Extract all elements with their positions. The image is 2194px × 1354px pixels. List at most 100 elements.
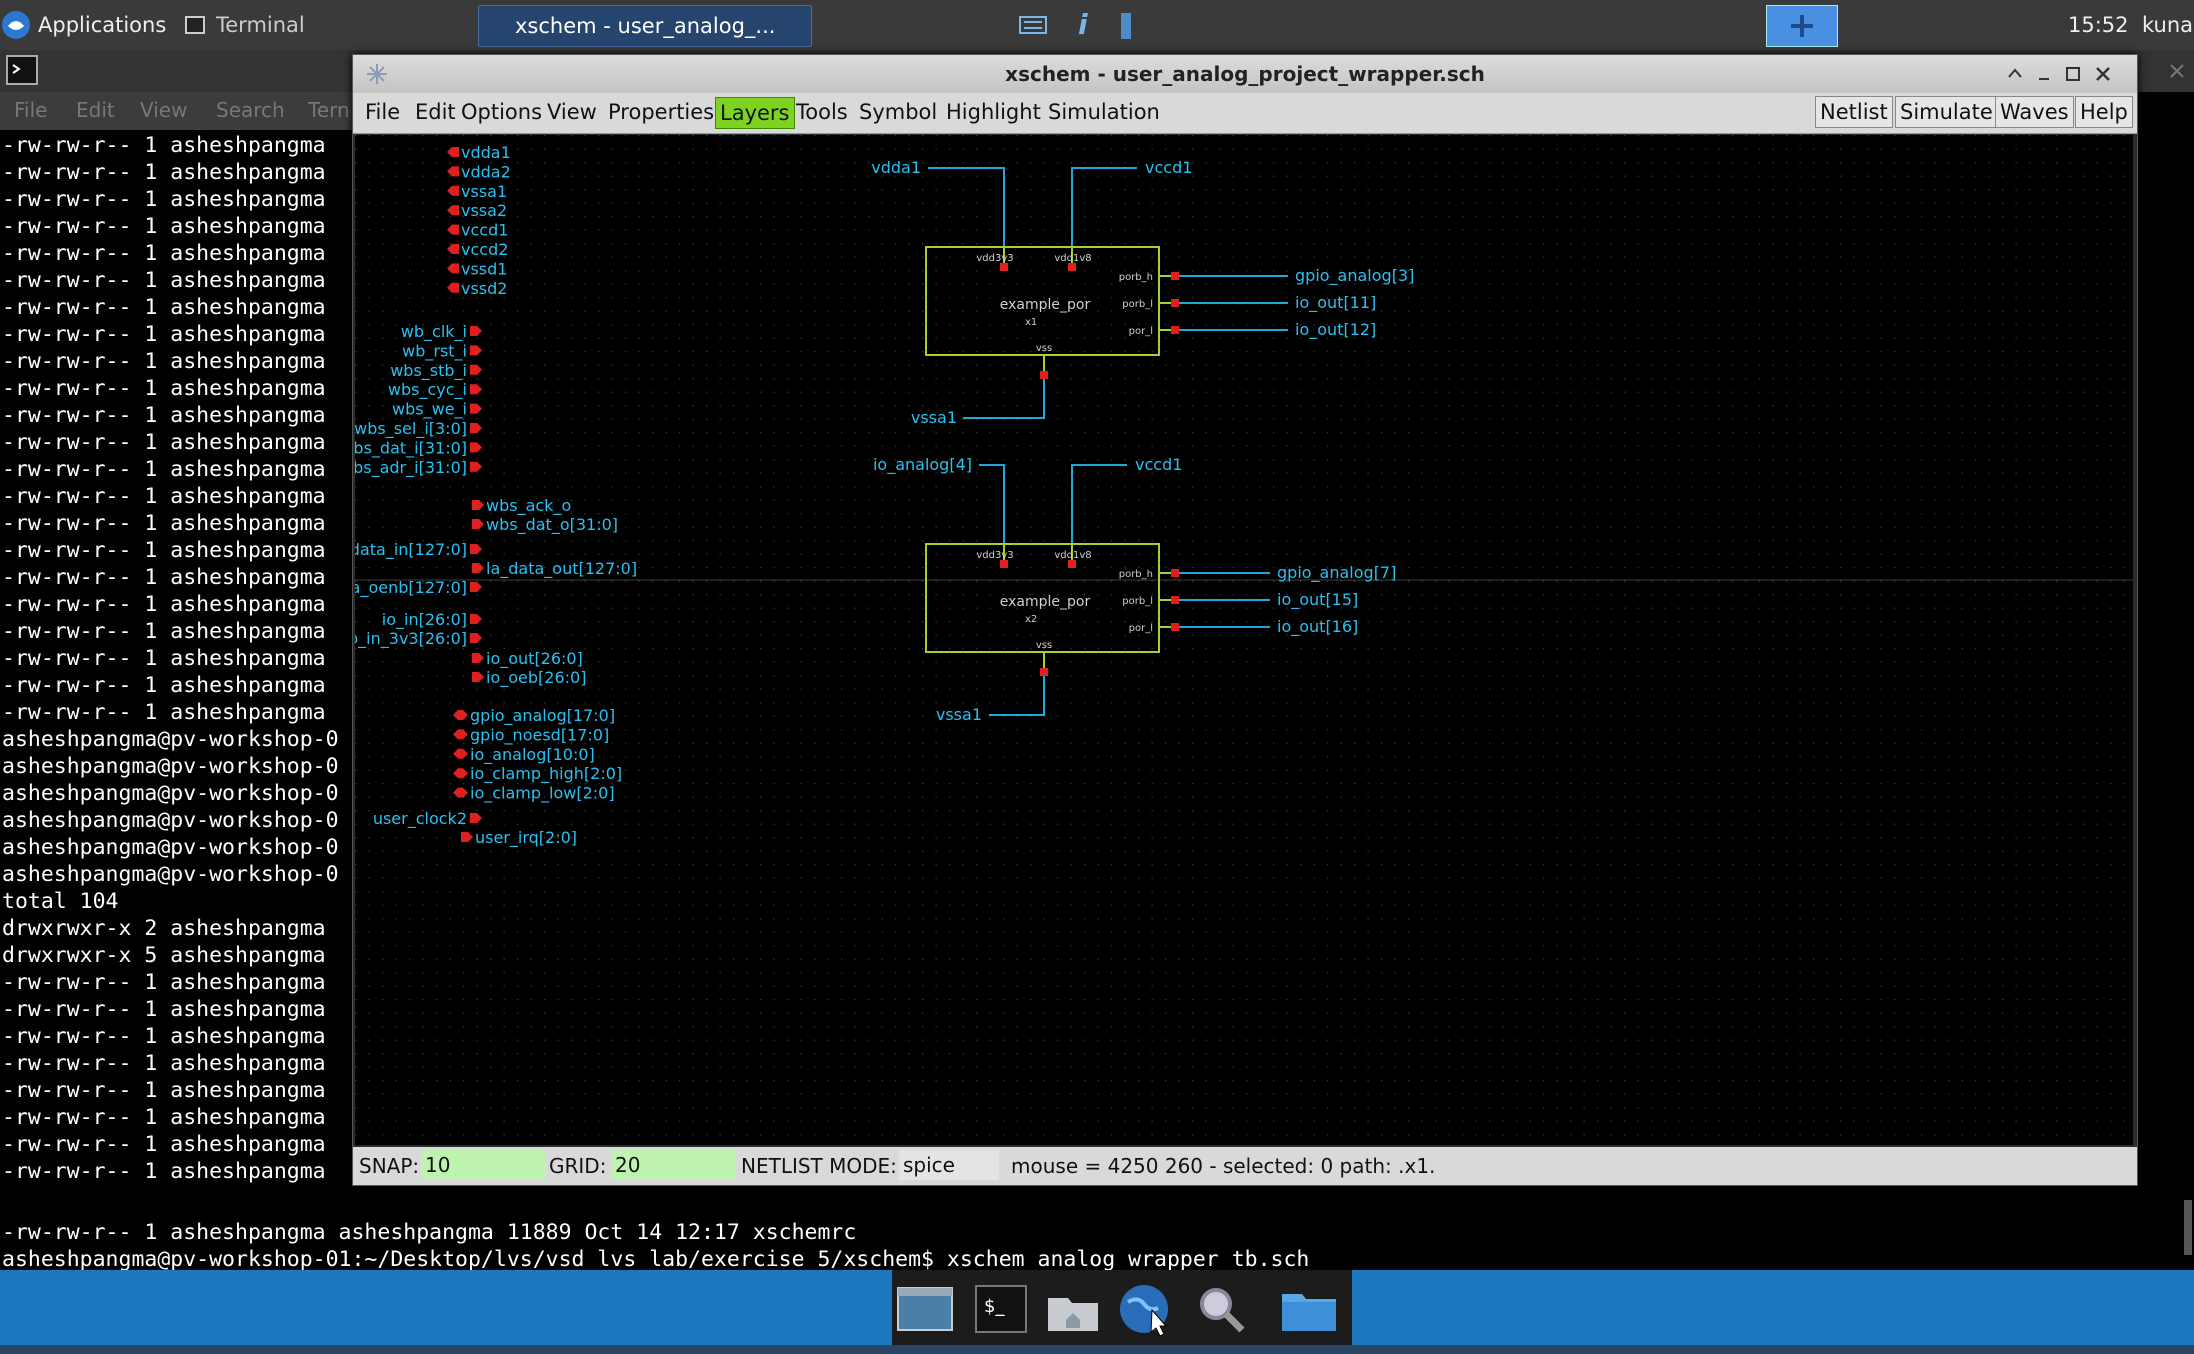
home-folder-icon[interactable] <box>1042 1280 1104 1338</box>
pin-label: wbs_adr_i[31:0] <box>355 458 467 478</box>
show-desktop-icon[interactable] <box>894 1280 956 1338</box>
terminal-line: asheshpangma@pv-workshop-0 <box>2 862 339 887</box>
user-menu[interactable]: kunal <box>2142 0 2194 50</box>
terminal-line: asheshpangma@pv-workshop-0 <box>2 781 339 806</box>
terminal-line: drwxrwxr-x 5 asheshpangma <box>2 943 326 968</box>
menu-simulation[interactable]: Simulation <box>1044 97 1164 127</box>
pin-dot <box>1171 596 1179 604</box>
battery-icon[interactable] <box>1118 0 1134 50</box>
menu-properties[interactable]: Properties <box>604 97 718 127</box>
pin-label: vdd1v8 <box>1054 253 1091 264</box>
input-pin[interactable]: la_data_in[127:0] <box>355 540 482 560</box>
menu-highlight[interactable]: Highlight <box>942 97 1045 127</box>
xschem-window-title: xschem - user_analog_project_wrapper.sch <box>1005 62 1485 86</box>
output-pin[interactable]: io_out[26:0] <box>472 649 583 669</box>
terminal-dock-icon[interactable]: $_ <box>970 1280 1032 1338</box>
output-pin[interactable]: la_data_out[127:0] <box>472 559 637 579</box>
window-maximize-icon <box>2066 67 2080 81</box>
input-pin[interactable]: user_clock2 <box>373 809 482 829</box>
inout-pin[interactable]: gpio_analog[17:0] <box>453 706 615 726</box>
terminal-menu-file[interactable]: File <box>14 98 47 122</box>
pin-dot <box>1068 263 1076 271</box>
menu-layers[interactable]: Layers <box>715 97 795 129</box>
output-pin[interactable]: wbs_ack_o <box>472 496 571 516</box>
menu-edit[interactable]: Edit <box>411 97 460 127</box>
input-pin[interactable]: la_oenb[127:0] <box>355 578 482 598</box>
terminal-menu-view[interactable]: View <box>140 98 187 122</box>
web-browser-icon[interactable] <box>1114 1280 1176 1338</box>
grid-field[interactable]: 20 <box>611 1150 735 1180</box>
terminal-line: -rw-rw-r-- 1 asheshpangma <box>2 997 326 1022</box>
terminal-menu-search[interactable]: Search <box>216 98 285 122</box>
terminal-line: -rw-rw-r-- 1 asheshpangma <box>2 160 326 185</box>
simulate-button[interactable]: Simulate <box>1895 96 1998 128</box>
pin-dot <box>1040 371 1048 379</box>
pin-label: por_l <box>1129 326 1153 337</box>
netlist-mode-field[interactable]: spice <box>899 1150 999 1180</box>
terminal-line: -rw-rw-r-- 1 asheshpangma <box>2 1132 326 1157</box>
svg-text:$_: $_ <box>984 1296 1005 1317</box>
terminal-line: asheshpangma@pv-workshop-0 <box>2 754 339 779</box>
terminal-line: -rw-rw-r-- 1 asheshpangma <box>2 1159 326 1184</box>
instance-ref: x1 <box>1025 317 1037 328</box>
pin-label: user_clock2 <box>373 809 467 829</box>
input-pin[interactable]: wbs_adr_i[31:0] <box>355 458 482 478</box>
snap-field[interactable]: 10 <box>421 1150 545 1180</box>
terminal-menu-terminal[interactable]: Tern <box>308 98 350 122</box>
netlist-mode-label: NETLIST MODE: <box>741 1154 897 1178</box>
pin-dot <box>1171 299 1179 307</box>
help-button[interactable]: Help <box>2075 96 2133 128</box>
inout-pin[interactable]: io_clamp_high[2:0] <box>453 764 622 784</box>
terminal-line: -rw-rw-r-- 1 asheshpangma <box>2 1105 326 1130</box>
clock[interactable]: 15:52 <box>2068 0 2129 50</box>
terminal-close-icon[interactable] <box>2162 50 2192 92</box>
pin-label: io_clamp_high[2:0] <box>470 764 622 784</box>
output-pin[interactable]: io_oeb[26:0] <box>472 668 586 688</box>
output-pin[interactable]: user_irq[2:0] <box>461 828 577 848</box>
taskbar-xschem-button[interactable]: xschem - user_analog_... <box>478 5 812 47</box>
net-label: io_out[12] <box>1295 320 1376 340</box>
schematic-canvas[interactable]: vdda1vdda2vssa1vssa2vccd1vccd2vssd1vssd2… <box>355 135 2133 1145</box>
output-pin[interactable]: wbs_dat_o[31:0] <box>472 515 618 535</box>
pin-label: vdd1v8 <box>1054 550 1091 561</box>
keyboard-icon[interactable] <box>1018 0 1048 50</box>
pin-label: user_irq[2:0] <box>475 828 577 848</box>
pin-label: por_l <box>1129 623 1153 634</box>
pin-label: wbs_dat_i[31:0] <box>355 438 467 458</box>
workspace-switcher[interactable] <box>1766 5 1838 47</box>
terminal-line: -rw-rw-r-- 1 asheshpangma <box>2 322 326 347</box>
info-icon[interactable]: i <box>1072 0 1096 50</box>
instance-ref: x2 <box>1025 614 1037 625</box>
input-pin[interactable]: wbs_dat_i[31:0] <box>355 438 482 458</box>
files-icon[interactable] <box>1278 1280 1340 1338</box>
inout-pin[interactable]: io_clamp_low[2:0] <box>453 784 615 804</box>
pin-label: wbs_dat_o[31:0] <box>486 515 618 535</box>
pin-label: wbs_ack_o <box>486 496 571 516</box>
menu-file[interactable]: File <box>361 97 404 127</box>
terminal-label: Terminal <box>216 13 305 37</box>
xschem-titlebar[interactable]: xschem - user_analog_project_wrapper.sch <box>353 55 2137 93</box>
input-pin[interactable]: wbs_sel_i[3:0] <box>355 419 482 439</box>
terminal-line: -rw-rw-r-- 1 asheshpangma <box>2 268 326 293</box>
input-pin[interactable]: io_in_3v3[26:0] <box>355 629 482 649</box>
terminal-line: -rw-rw-r-- 1 asheshpangma <box>2 403 326 428</box>
search-icon[interactable] <box>1190 1280 1252 1338</box>
pin-dot <box>1171 326 1179 334</box>
terminal-line: total 104 <box>2 889 119 914</box>
pin-label: vssa1 <box>461 182 507 201</box>
net-label: io_out[11] <box>1295 293 1376 313</box>
terminal-line: -rw-rw-r-- 1 asheshpangma <box>2 538 326 563</box>
pin-dot <box>1068 560 1076 568</box>
menu-options[interactable]: Options <box>457 97 546 127</box>
menu-view[interactable]: View <box>543 97 601 127</box>
terminal-menu-edit[interactable]: Edit <box>76 98 115 122</box>
waves-button[interactable]: Waves <box>1995 96 2074 128</box>
grid-label: GRID: <box>549 1154 607 1178</box>
menu-symbol[interactable]: Symbol <box>855 97 941 127</box>
input-pin[interactable]: io_in[26:0] <box>382 610 482 630</box>
netlist-button[interactable]: Netlist <box>1815 96 1893 128</box>
terminal-scrollbar[interactable] <box>2184 1200 2192 1255</box>
inout-pin[interactable]: gpio_noesd[17:0] <box>453 725 609 745</box>
inout-pin[interactable]: io_analog[10:0] <box>453 745 595 765</box>
menu-tools[interactable]: Tools <box>792 97 852 127</box>
